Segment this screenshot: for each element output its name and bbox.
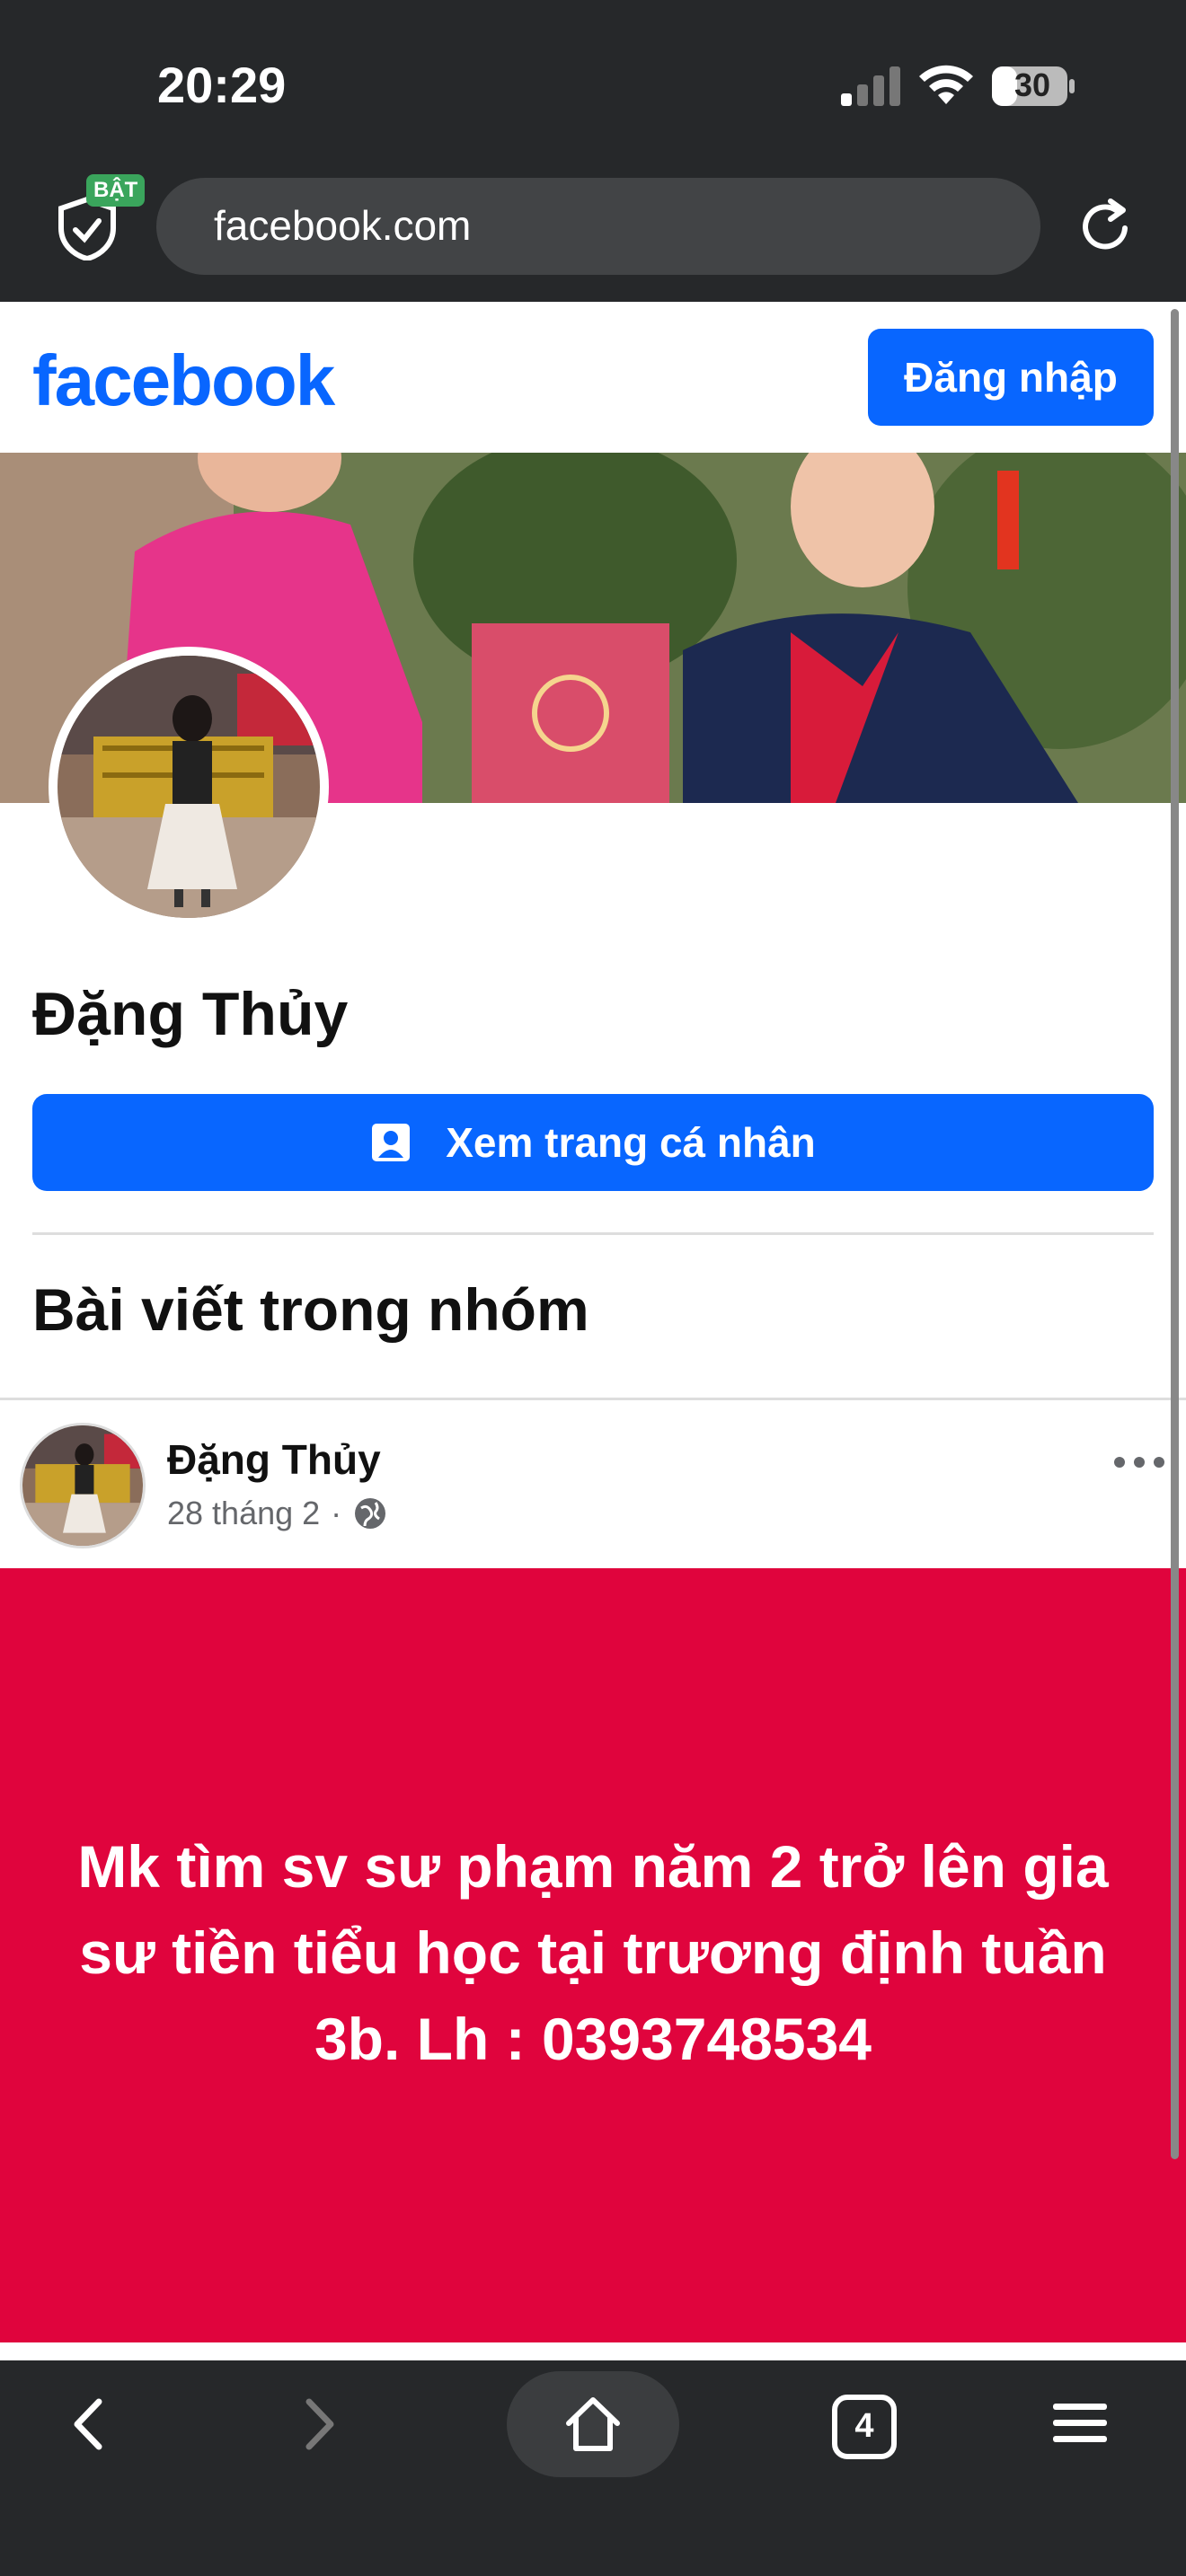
home-icon xyxy=(566,2397,620,2451)
post-text: Mk tìm sv sư phạm năm 2 trở lên gia sư t… xyxy=(77,1833,1109,2072)
view-profile-button[interactable]: Xem trang cá nhân xyxy=(32,1094,1154,1191)
divider xyxy=(0,1398,1186,1400)
profile-avatar[interactable] xyxy=(49,647,329,927)
wifi-icon xyxy=(919,65,973,104)
globe-icon xyxy=(355,1498,386,1529)
meta-separator: · xyxy=(331,1495,342,1531)
view-profile-label: Xem trang cá nhân xyxy=(446,1119,816,1166)
tabs-count: 4 xyxy=(854,2407,874,2445)
menu-icon[interactable] xyxy=(1051,2398,1109,2448)
battery-level: 30 xyxy=(1013,66,1051,103)
post-date[interactable]: 28 tháng 2 xyxy=(167,1495,320,1532)
more-icon[interactable] xyxy=(1112,1451,1166,1473)
facebook-logo[interactable]: facebook xyxy=(32,340,335,422)
login-button[interactable]: Đăng nhập xyxy=(868,329,1154,426)
section-title: Bài viết trong nhóm xyxy=(32,1276,589,1343)
home-button[interactable] xyxy=(507,2371,679,2477)
post-author-avatar[interactable] xyxy=(20,1423,146,1548)
signal-icon xyxy=(841,66,900,106)
profile-name: Đặng Thủy xyxy=(32,980,349,1048)
divider xyxy=(32,1232,1154,1235)
scrollbar[interactable] xyxy=(1171,309,1179,2159)
url-text: facebook.com xyxy=(214,202,472,249)
back-icon[interactable] xyxy=(59,2393,122,2456)
reload-icon[interactable] xyxy=(1075,196,1137,259)
post-meta: 28 tháng 2 · xyxy=(167,1495,388,1532)
url-bar[interactable]: facebook.com xyxy=(156,178,1040,275)
shield-status-badge: BẬT xyxy=(86,174,146,207)
post-author-name[interactable]: Đặng Thủy xyxy=(167,1435,381,1484)
page-header: facebook Đăng nhập xyxy=(0,302,1186,453)
forward-icon[interactable] xyxy=(286,2393,349,2456)
status-time: 20:29 xyxy=(157,57,287,113)
profile-card-icon xyxy=(372,1124,411,1161)
